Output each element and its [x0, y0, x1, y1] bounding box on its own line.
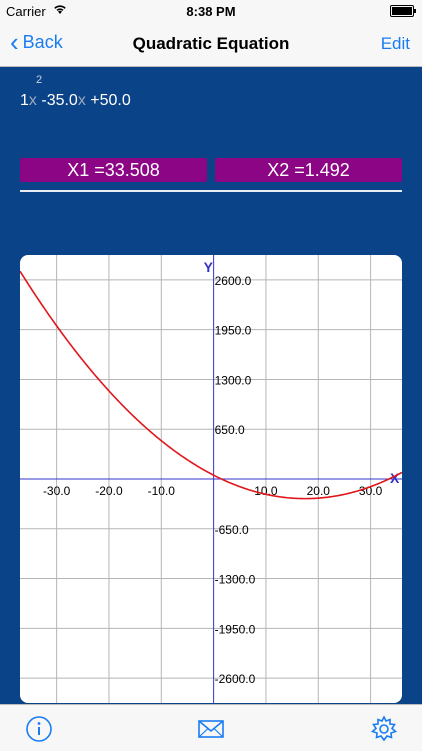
gear-icon[interactable] [370, 715, 398, 743]
battery-icon [390, 5, 416, 17]
x-tick-label: -30.0 [43, 484, 71, 498]
y-tick-label: 1950.0 [215, 324, 252, 338]
y-tick-label: 2600.0 [215, 274, 252, 288]
y-tick-label: -1300.0 [215, 573, 256, 587]
navigation-bar: ‹ Back Quadratic Equation Edit [0, 22, 422, 67]
status-bar: Carrier 8:38 PM [0, 0, 422, 22]
info-icon[interactable] [25, 715, 53, 743]
graph-panel[interactable]: -30.0 -20.0 -10.0 10.0 20.0 30.0 2600.0 1950.0 1… [20, 255, 402, 703]
y-tick-label: -2600.0 [215, 672, 256, 686]
root-x1: X1 =33.508 [20, 158, 207, 182]
mail-icon[interactable] [197, 715, 225, 743]
bottom-toolbar [0, 704, 422, 751]
exponent-label: 2 [36, 74, 43, 86]
clock: 8:38 PM [186, 4, 236, 19]
variable-b: x [77, 92, 86, 109]
constant-term: +50.0 [90, 92, 131, 109]
function-graph[interactable]: -30.0 -20.0 -10.0 10.0 20.0 30.02600.01950.01… [20, 255, 402, 703]
y-axis-label: Y [204, 259, 214, 275]
root-x2: X2 =1.492 [215, 158, 402, 182]
y-tick-label: 1300.0 [215, 373, 252, 387]
function-curve [20, 270, 402, 500]
y-tick-label: -1950.0 [215, 622, 256, 636]
x-tick-label: -10.0 [148, 484, 176, 498]
divider [20, 190, 402, 192]
coefficient-a: 1 [20, 92, 29, 109]
x-tick-label: -20.0 [95, 484, 123, 498]
coefficient-b: -35.0 [41, 92, 78, 109]
edit-button[interactable]: Edit [381, 34, 410, 54]
y-tick-label: 650.0 [215, 423, 245, 437]
page-title: Quadratic Equation [132, 34, 290, 53]
y-tick-label: -650.0 [215, 523, 249, 537]
x-tick-label: 20.0 [307, 484, 331, 498]
variable-a: x [28, 92, 37, 109]
